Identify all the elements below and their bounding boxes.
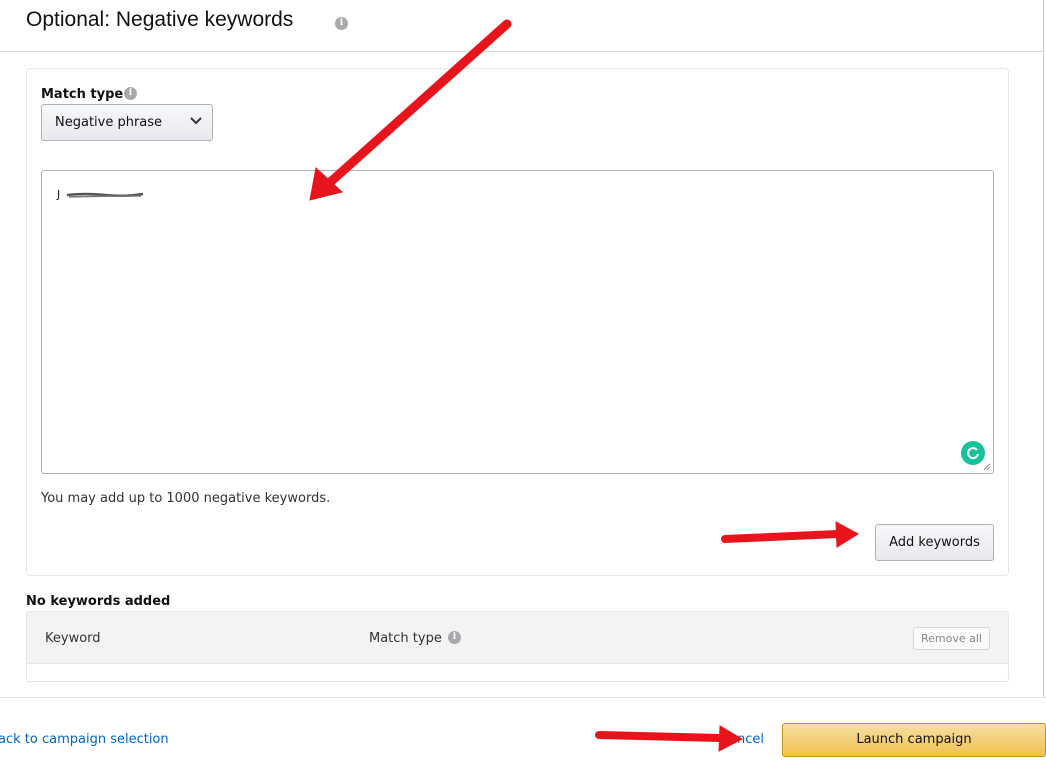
cancel-link[interactable]: ncel [737,732,764,747]
keywords-table: Keyword Match type i Remove all [26,611,1009,682]
keyword-limit-hint: You may add up to 1000 negative keywords… [41,491,331,506]
match-type-value: Negative phrase [55,115,163,130]
section-header: Optional: Negative keywords i [0,0,1044,52]
launch-campaign-button[interactable]: Launch campaign [782,723,1046,757]
info-icon[interactable]: i [448,631,461,644]
info-icon[interactable]: i [335,17,348,30]
footer-divider [0,697,1046,698]
negative-keywords-textarea[interactable]: J [41,170,994,474]
info-icon[interactable]: i [124,87,137,100]
page: Optional: Negative keywords i Match type… [0,0,1046,767]
annotation-arrow [595,725,744,752]
resize-handle-icon[interactable] [983,463,991,471]
column-match-type: Match type [369,631,442,646]
panel-right-border [1043,52,1044,697]
textarea-text: J [57,188,61,201]
grammarly-icon[interactable] [961,441,985,465]
add-keywords-button[interactable]: Add keywords [875,524,994,561]
keywords-table-header: Keyword Match type i Remove all [27,612,1008,664]
remove-all-button[interactable]: Remove all [913,627,990,650]
redaction-scribble [66,192,144,198]
match-type-label: Match type [41,87,124,102]
column-keyword: Keyword [45,631,101,646]
chevron-down-icon [190,117,202,125]
match-type-select[interactable]: Negative phrase [41,104,213,141]
section-title: Optional: Negative keywords [26,8,294,31]
no-keywords-message: No keywords added [26,594,171,609]
back-to-campaign-selection-link[interactable]: ack to campaign selection [0,732,169,747]
